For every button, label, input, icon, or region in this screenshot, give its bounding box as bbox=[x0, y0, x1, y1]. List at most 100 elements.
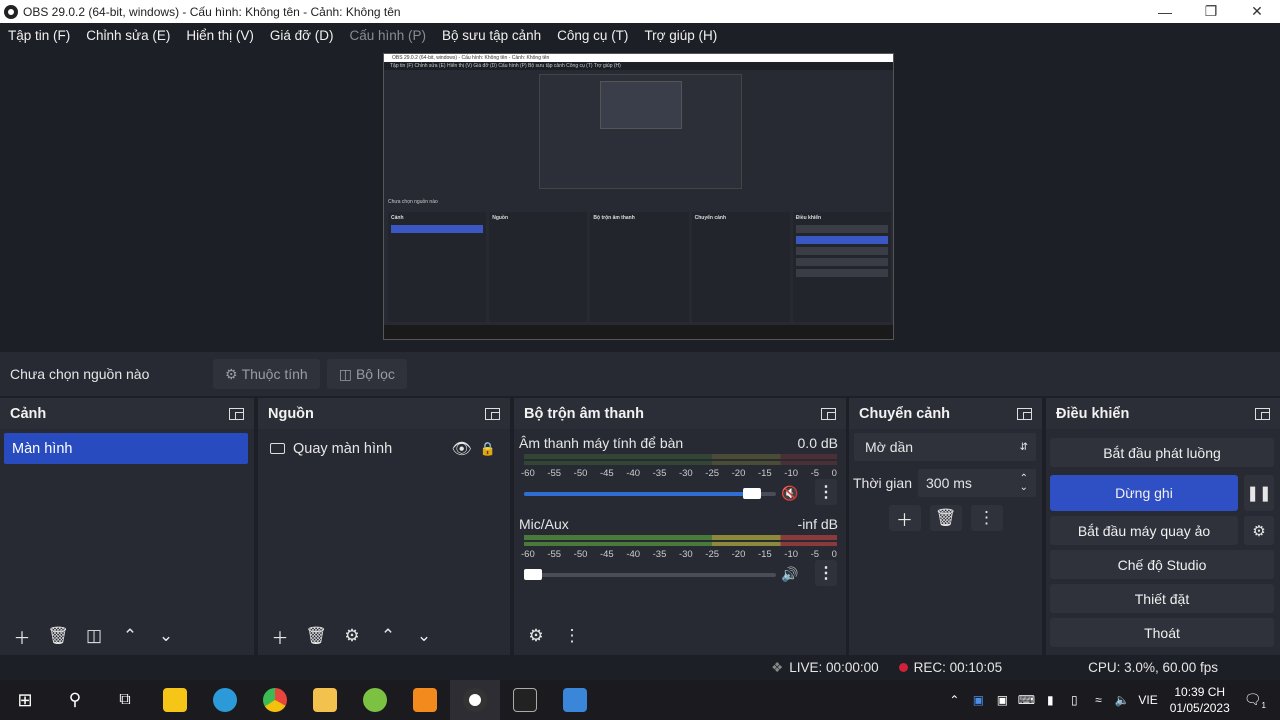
scene-filters-button[interactable]: ◫ bbox=[78, 623, 110, 649]
remove-transition-button[interactable]: 🗑 bbox=[929, 505, 962, 531]
language-indicator[interactable]: VIE bbox=[1138, 693, 1157, 707]
taskbar-app[interactable] bbox=[550, 680, 600, 720]
menu-view[interactable]: Hiển thị (V) bbox=[178, 28, 262, 43]
volume-slider[interactable]: 🔊 ⋮ bbox=[519, 560, 841, 586]
task-view-button[interactable]: ⧉ bbox=[100, 680, 150, 720]
volume-slider[interactable]: 🔇 ⋮ bbox=[519, 479, 841, 505]
filters-button[interactable]: ◫ Bộ lọc bbox=[326, 359, 407, 389]
tick: -20 bbox=[731, 468, 746, 479]
remove-scene-button[interactable]: 🗑 bbox=[42, 623, 74, 649]
move-up-button[interactable]: ⌃ bbox=[372, 623, 404, 649]
menu-file[interactable]: Tập tin (F) bbox=[0, 28, 78, 43]
channel-menu-button[interactable]: ⋮ bbox=[815, 479, 837, 505]
menu-bar: Tập tin (F) Chỉnh sửa (E) Hiển thị (V) G… bbox=[0, 23, 1280, 47]
volume-slider-handle[interactable] bbox=[742, 488, 761, 499]
taskbar-app[interactable] bbox=[250, 680, 300, 720]
tick: -50 bbox=[573, 468, 588, 479]
sublime-icon bbox=[413, 688, 437, 712]
search-icon: ⚲ bbox=[68, 690, 82, 709]
battery-icon[interactable]: ▮ bbox=[1038, 693, 1062, 707]
transition-select[interactable]: Mờ dần ⇵ bbox=[854, 433, 1036, 461]
notifications-icon[interactable]: 🗨1 bbox=[1244, 691, 1266, 710]
wifi-icon[interactable]: ≈ bbox=[1086, 693, 1110, 707]
taskbar-app[interactable] bbox=[350, 680, 400, 720]
preview-area[interactable]: OBS 29.0.2 (64-bit, windows) - Cấu hình:… bbox=[0, 47, 1280, 352]
undock-icon[interactable] bbox=[821, 407, 836, 420]
taskbar-app[interactable] bbox=[400, 680, 450, 720]
taskbar-app[interactable] bbox=[150, 680, 200, 720]
menu-docks[interactable]: Giá đỡ (D) bbox=[262, 28, 342, 43]
studio-mode-button[interactable]: Chế độ Studio bbox=[1050, 550, 1274, 579]
clock-time: 10:39 CH bbox=[1174, 685, 1226, 699]
minimize-button[interactable]: — bbox=[1142, 0, 1188, 23]
start-button[interactable]: ⊞ bbox=[0, 680, 50, 720]
undock-icon[interactable] bbox=[485, 407, 500, 420]
volume-icon[interactable]: 🔈 bbox=[1110, 693, 1134, 707]
transition-menu-button[interactable]: ⋮ bbox=[970, 505, 1003, 531]
title-bar: OBS 29.0.2 (64-bit, windows) - Cấu hình:… bbox=[0, 0, 1280, 23]
advanced-audio-button[interactable]: ⚙ bbox=[520, 623, 552, 649]
undock-icon[interactable] bbox=[1017, 407, 1032, 420]
stop-recording-button[interactable]: Dừng ghi bbox=[1050, 475, 1238, 511]
taskbar-app[interactable] bbox=[300, 680, 350, 720]
move-down-button[interactable]: ⌄ bbox=[150, 623, 182, 649]
chevron-up-icon[interactable]: ⌃ bbox=[942, 693, 966, 707]
preview-thumb-dock-title: Chuyển cảnh bbox=[694, 215, 727, 221]
controls-dock: Điều khiển Bắt đầu phát luồng Dừng ghi ❚… bbox=[1046, 398, 1280, 655]
mixer-menu-button[interactable]: ⋮ bbox=[556, 623, 588, 649]
properties-button[interactable]: ⚙ Thuộc tính bbox=[213, 359, 320, 389]
undock-icon[interactable] bbox=[1255, 407, 1270, 420]
live-status: LIVE: 00:00:00 bbox=[789, 660, 879, 675]
word-icon[interactable]: ▣ bbox=[966, 693, 990, 707]
move-up-button[interactable]: ⌃ bbox=[114, 623, 146, 649]
channel-menu-button[interactable]: ⋮ bbox=[815, 560, 837, 586]
filter-icon: ◫ bbox=[338, 365, 352, 382]
keyboard-icon[interactable]: ⌨ bbox=[1014, 693, 1038, 707]
preview-thumb-dock-title: Cảnh bbox=[391, 215, 404, 221]
level-meter bbox=[524, 454, 837, 459]
duration-label: Thời gian bbox=[853, 475, 912, 491]
virtual-camera-settings-button[interactable]: ⚙ bbox=[1244, 516, 1274, 545]
menu-edit[interactable]: Chỉnh sửa (E) bbox=[78, 28, 178, 43]
scene-item[interactable]: Màn hình bbox=[4, 433, 248, 464]
pause-recording-button[interactable]: ❚❚ bbox=[1244, 475, 1274, 511]
menu-profile[interactable]: Cấu hình (P) bbox=[342, 28, 435, 43]
exit-button[interactable]: Thoát bbox=[1050, 618, 1274, 647]
volume-slider-handle[interactable] bbox=[524, 569, 542, 580]
search-button[interactable]: ⚲ bbox=[50, 680, 100, 720]
tick: -35 bbox=[652, 549, 667, 560]
start-virtual-camera-button[interactable]: Bắt đầu máy quay ảo bbox=[1050, 516, 1238, 545]
taskbar-app[interactable] bbox=[500, 680, 550, 720]
menu-scene-collection[interactable]: Bộ sưu tập cảnh bbox=[434, 28, 549, 43]
undock-icon[interactable] bbox=[229, 407, 244, 420]
taskbar-app[interactable] bbox=[450, 680, 500, 720]
clock[interactable]: 10:39 CH 01/05/2023 bbox=[1170, 684, 1230, 716]
duration-spinbox[interactable]: 300 ms ⌃ ⌄ bbox=[918, 469, 1036, 497]
speaker-icon[interactable]: 🔊 bbox=[781, 566, 798, 583]
sources-title: Nguồn bbox=[268, 405, 314, 422]
muted-speaker-icon[interactable]: 🔇 bbox=[781, 485, 798, 502]
add-scene-button[interactable]: ＋ bbox=[6, 623, 38, 649]
source-item[interactable]: Quay màn hình 👁 🔒 bbox=[262, 433, 504, 464]
add-source-button[interactable]: ＋ bbox=[264, 623, 296, 649]
menu-help[interactable]: Trợ giúp (H) bbox=[636, 28, 725, 43]
remove-source-button[interactable]: 🗑 bbox=[300, 623, 332, 649]
mixer-channel: Mic/Aux -inf dB -60 -55 -50 -45 -40 -35 -30 -25-… bbox=[514, 513, 846, 586]
tick: -30 bbox=[678, 549, 693, 560]
taskbar-app[interactable] bbox=[200, 680, 250, 720]
menu-tools[interactable]: Công cụ (T) bbox=[549, 28, 636, 43]
settings-button[interactable]: Thiết đặt bbox=[1050, 584, 1274, 613]
source-properties-button[interactable]: ⚙ bbox=[336, 623, 368, 649]
mixer-title: Bộ trộn âm thanh bbox=[524, 405, 645, 422]
tray-app-icon[interactable]: ▣ bbox=[990, 693, 1014, 707]
start-streaming-button[interactable]: Bắt đầu phát luồng bbox=[1050, 438, 1274, 467]
add-transition-button[interactable]: ＋ bbox=[888, 505, 921, 531]
close-button[interactable]: ✕ bbox=[1234, 0, 1280, 23]
preview-thumb-dock-title: Nguồn bbox=[492, 215, 509, 221]
lock-icon[interactable]: 🔒 bbox=[480, 441, 496, 457]
usb-icon[interactable]: ▯ bbox=[1062, 693, 1086, 707]
restore-button[interactable]: ❐ bbox=[1188, 0, 1234, 23]
move-down-button[interactable]: ⌄ bbox=[408, 623, 440, 649]
spin-arrows-icon[interactable]: ⌃ ⌄ bbox=[1020, 474, 1028, 493]
eye-icon[interactable]: 👁 bbox=[452, 439, 472, 459]
